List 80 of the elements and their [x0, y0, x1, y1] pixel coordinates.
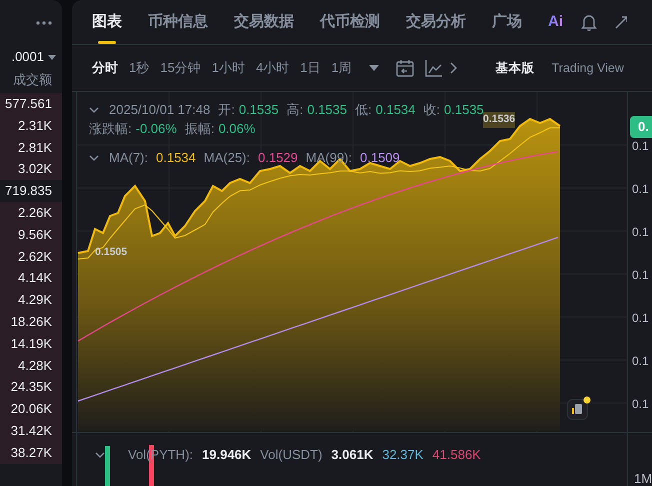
order-book-row: 2.81K — [0, 136, 62, 158]
interval-tab[interactable]: 分时 — [92, 58, 118, 78]
tab[interactable]: 图表 — [92, 0, 122, 44]
order-book-row: 4.28K — [0, 354, 62, 376]
legend-label: 高: — [286, 101, 304, 119]
tab[interactable]: 广场 — [492, 0, 522, 44]
line-chart-icon[interactable] — [424, 59, 443, 77]
axis-label: 0.1 — [632, 181, 649, 198]
legend-value: -0.06% — [136, 120, 177, 138]
legend-label: 收: — [423, 101, 440, 119]
collapse-icon[interactable] — [95, 452, 105, 458]
axis-label: 0.1 — [632, 353, 649, 370]
indicator-label: MA(99): — [306, 149, 352, 167]
interval-tab[interactable]: 15分钟 — [160, 58, 201, 78]
expand-icon[interactable] — [615, 15, 627, 29]
interval-tab[interactable]: 1日 — [300, 58, 320, 78]
order-book-row: 18.26K — [0, 310, 62, 333]
indicator-value: 0.1534 — [156, 149, 196, 167]
order-book-row: 577.561 — [0, 93, 62, 115]
order-book-row: 14.19K — [0, 332, 62, 355]
price-marker-label: 0.1505 — [95, 245, 128, 260]
precision-select[interactable]: .0001 — [11, 47, 44, 67]
order-book-row: 2.31K — [0, 114, 62, 137]
order-book-row: 2.62K — [0, 246, 62, 268]
interval-tab[interactable]: 4小时 — [256, 58, 290, 78]
legend-label: 开: — [218, 101, 235, 119]
price-marker-label: 0.1536 — [483, 112, 516, 128]
interval-tab[interactable]: 1小时 — [212, 58, 245, 78]
view-tab[interactable]: 基本版 — [496, 58, 535, 78]
tab[interactable]: 币种信息 — [148, 0, 208, 44]
indicator-label: MA(25): — [204, 149, 250, 167]
axis-label: 0.1 — [632, 224, 649, 241]
collapse-icon[interactable] — [89, 154, 99, 160]
legend-label: 涨跌幅: — [89, 120, 132, 138]
caret-icon[interactable] — [48, 54, 56, 60]
chevron-right-icon[interactable] — [450, 62, 457, 74]
legend-label: 低: — [355, 101, 372, 119]
order-book-row: 20.06K — [0, 398, 62, 420]
order-book-row: 24.35K — [0, 376, 62, 398]
volume-label: Vol(USDT) — [260, 446, 322, 464]
indicator-value: 0.1529 — [258, 149, 298, 167]
interval-tab[interactable]: 1周 — [331, 58, 352, 78]
order-book-row: 3.02K — [0, 158, 62, 180]
order-book-row: 9.56K — [0, 224, 62, 246]
tab[interactable]: 交易分析 — [406, 0, 466, 44]
legend-value: 0.1534 — [376, 101, 416, 119]
legend-value: 0.06% — [218, 120, 256, 138]
tab[interactable]: 代币检测 — [320, 0, 380, 44]
order-book-row: 38.27K — [0, 442, 62, 464]
legend-value: 0.1535 — [238, 101, 279, 119]
axis-label: 0.1 — [632, 138, 649, 155]
legend-value: 0.1535 — [444, 101, 484, 117]
calendar-icon[interactable] — [396, 59, 414, 77]
volume-value: 19.946K — [202, 446, 252, 464]
view-tab[interactable]: Trading View — [552, 58, 624, 78]
legend-value: 0.1535 — [307, 101, 347, 119]
volume-value: 3.061K — [331, 446, 374, 464]
tab[interactable]: 交易数据 — [234, 0, 294, 44]
indicator-value: 0.1509 — [360, 149, 400, 167]
legend-time: 2025/10/01 17:48 — [109, 101, 210, 119]
order-book-row: 2.26K — [0, 202, 62, 224]
collapse-icon[interactable] — [89, 106, 99, 112]
dropdown-caret-icon[interactable] — [368, 65, 379, 71]
indicator-label: MA(7): — [109, 149, 148, 167]
more-icon[interactable] — [36, 20, 52, 24]
order-book-row: 4.29K — [0, 289, 62, 311]
bell-icon[interactable] — [581, 14, 597, 30]
column-header: 成交额 — [13, 71, 52, 89]
legend-label: 振幅: — [184, 120, 214, 138]
volume-value: 41.586K — [432, 446, 481, 464]
axis-label: 0.1 — [632, 396, 649, 413]
volume-value: 32.37K — [382, 446, 424, 464]
interval-tab[interactable]: 1秒 — [129, 58, 150, 78]
order-book-row: 4.14K — [0, 267, 62, 290]
axis-label: 0.1 — [632, 267, 649, 284]
axis-label: 1M — [634, 470, 652, 486]
axis-label: 0.1 — [632, 310, 649, 327]
notes-icon[interactable] — [567, 396, 591, 420]
current-price-badge: 0. — [630, 116, 652, 138]
order-book-row: 31.42K — [0, 420, 62, 442]
